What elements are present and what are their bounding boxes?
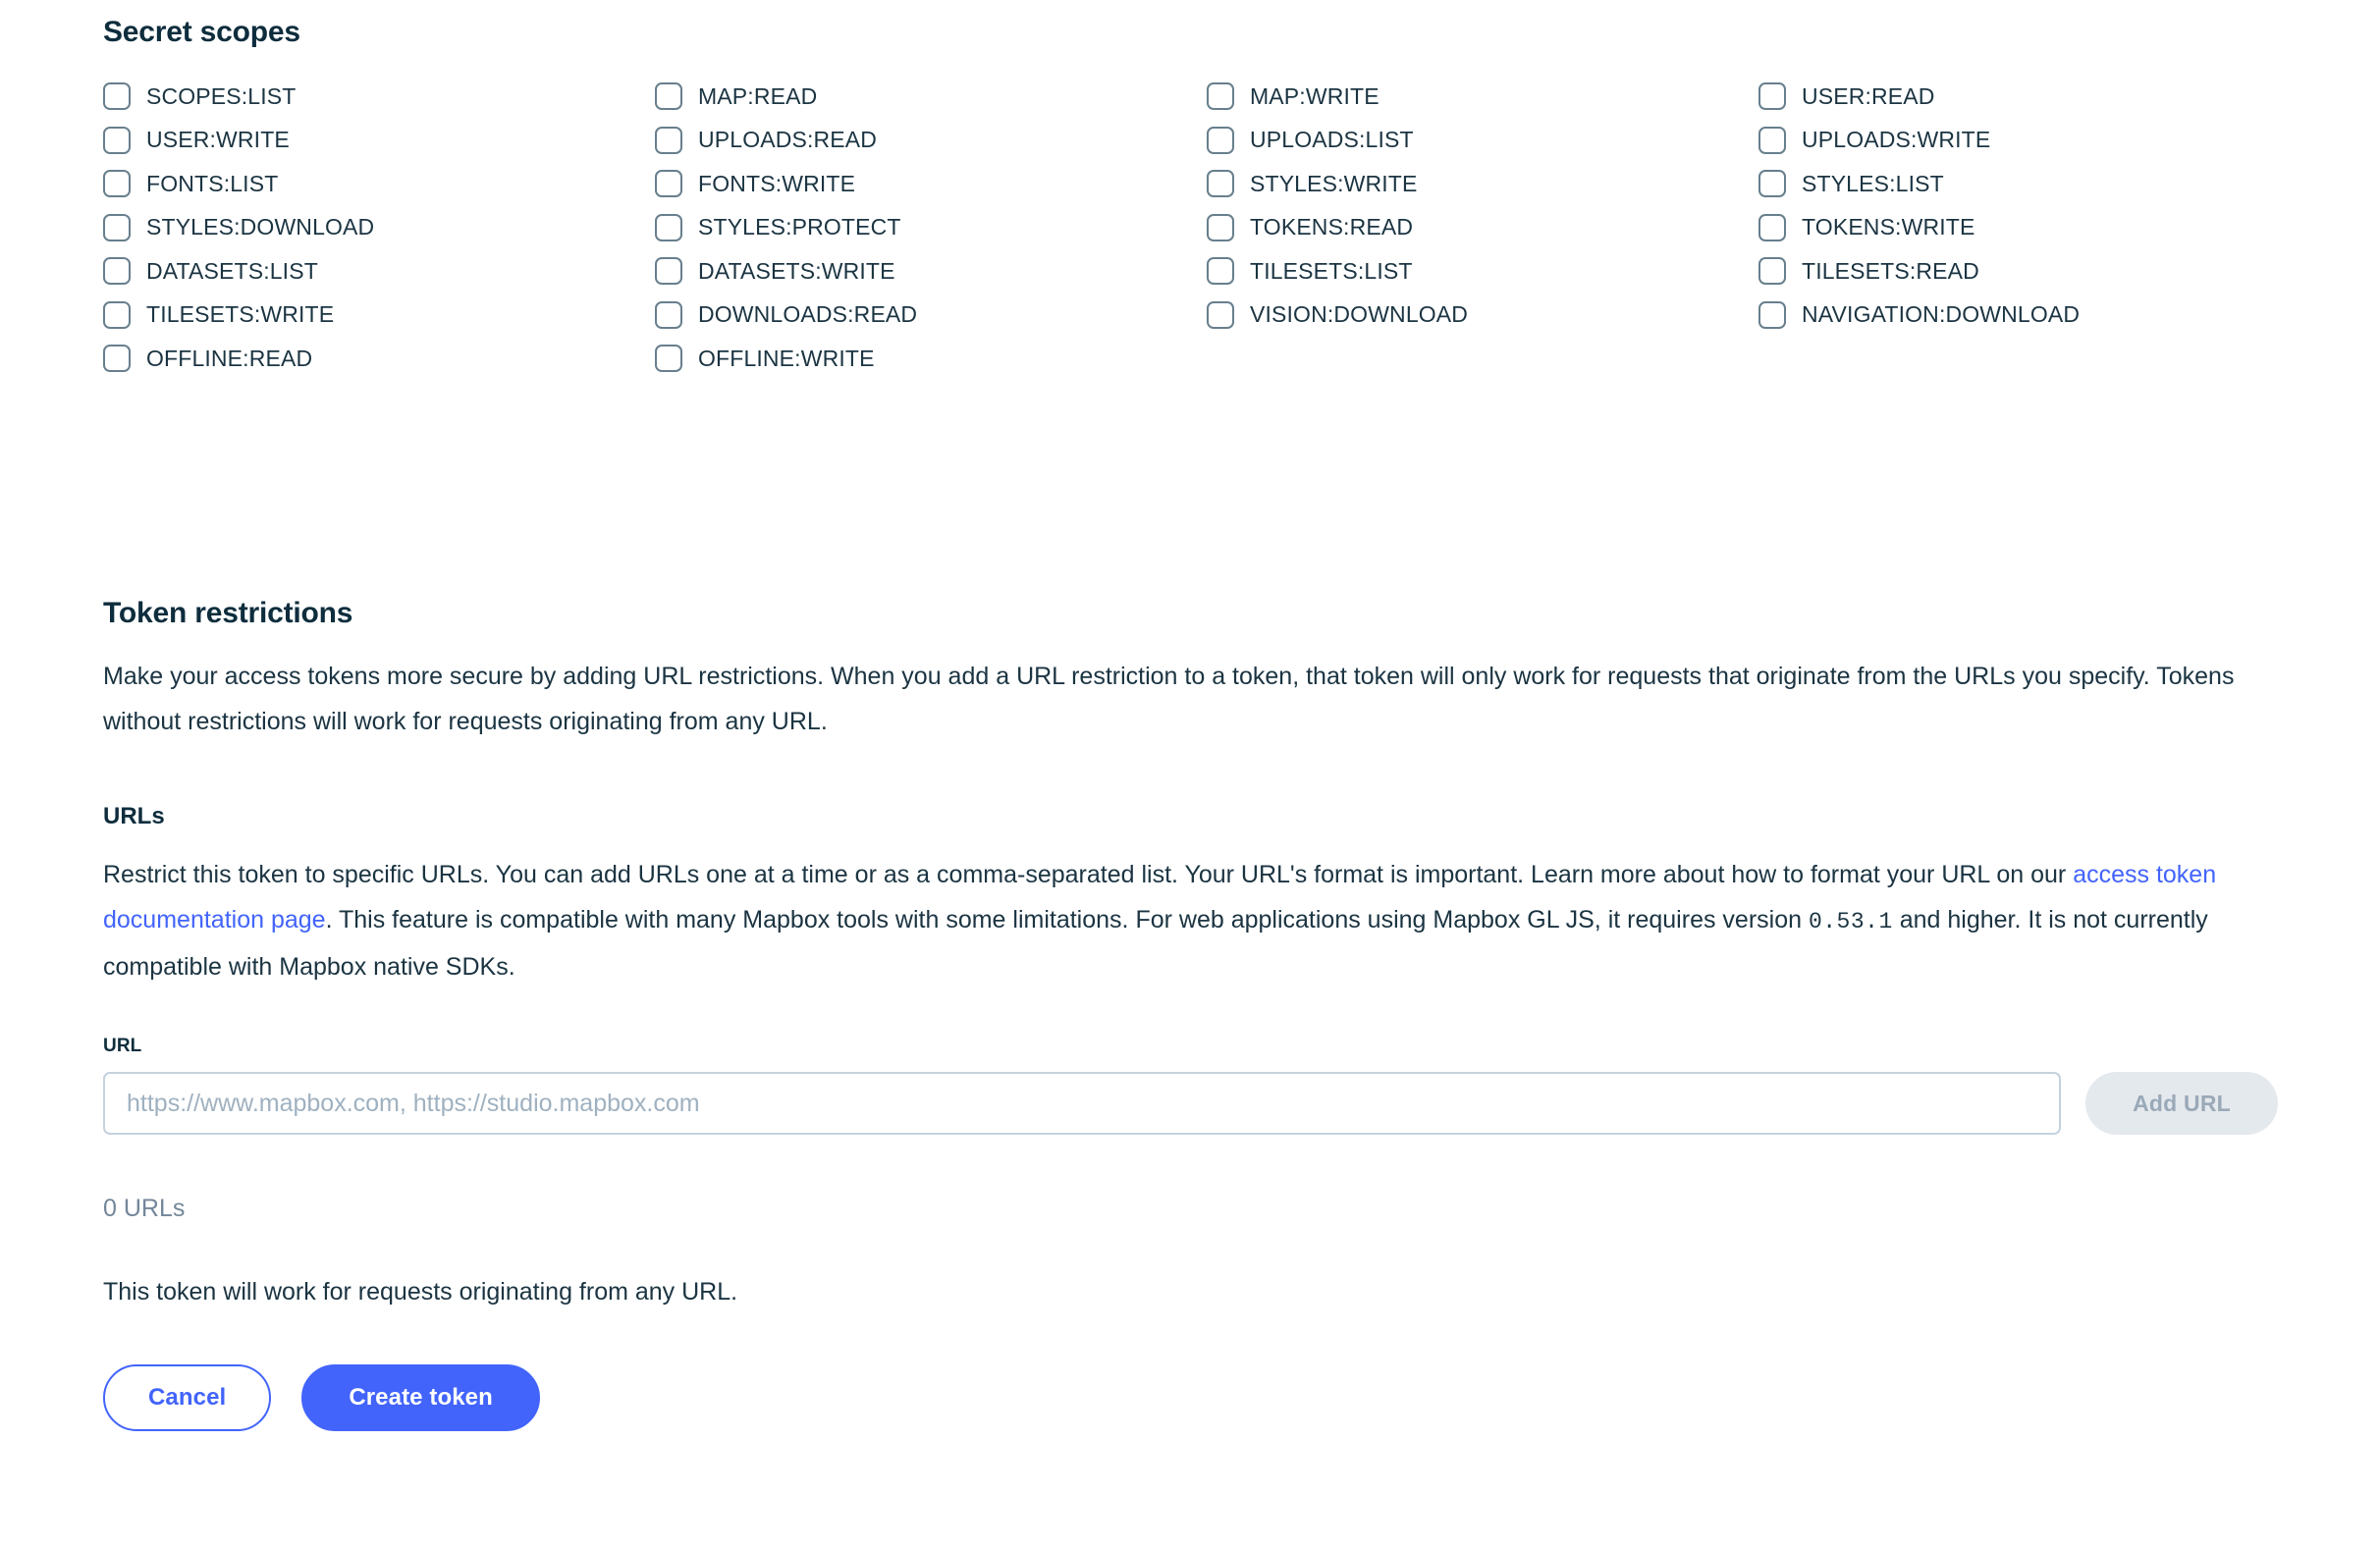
urls-description-part-2: . This feature is compatible with many M… [325,906,1809,934]
checkbox-icon[interactable] [1758,170,1786,198]
checkbox-icon[interactable] [655,345,682,373]
scope-label: USER:READ [1802,82,1935,109]
checkbox-icon[interactable] [103,257,131,286]
checkbox-icon[interactable] [103,213,131,241]
scope-label: MAP:WRITE [1250,82,1379,109]
scope-checkbox-item[interactable]: UPLOADS:READ [655,119,1207,163]
scope-label: TILESETS:LIST [1250,257,1413,284]
scope-label: USER:WRITE [146,127,290,153]
scope-label: STYLES:LIST [1802,170,1944,196]
checkbox-icon[interactable] [655,213,682,241]
create-token-button[interactable]: Create token [301,1364,540,1431]
form-actions: Cancel Create token [103,1364,540,1431]
scope-checkbox-item[interactable]: STYLES:PROTECT [655,206,1207,250]
checkbox-icon[interactable] [103,345,131,373]
scope-checkbox-item[interactable]: MAP:READ [655,75,1207,119]
scope-label: TILESETS:WRITE [146,301,335,328]
scope-checkbox-item[interactable]: TILESETS:LIST [1207,249,1758,293]
scope-checkbox-item[interactable]: DATASETS:WRITE [655,249,1207,293]
scope-checkbox-item[interactable]: UPLOADS:LIST [1207,119,1758,163]
url-count-label: 0 URLs [103,1195,186,1222]
checkbox-icon[interactable] [655,300,682,329]
checkbox-icon[interactable] [103,82,131,111]
scope-label: DATASETS:WRITE [698,257,895,284]
cancel-button[interactable]: Cancel [103,1364,272,1431]
scope-label: STYLES:DOWNLOAD [146,214,375,240]
scope-checkbox-item[interactable]: UPLOADS:WRITE [1758,119,2310,163]
scope-checkbox-item[interactable]: TOKENS:WRITE [1758,206,2310,250]
scope-checkbox-item[interactable]: OFFLINE:READ [103,337,655,381]
scope-checkbox-item[interactable]: TILESETS:READ [1758,249,2310,293]
scope-checkbox-item[interactable]: USER:READ [1758,75,2310,119]
scope-checkbox-item[interactable]: SCOPES:LIST [103,75,655,119]
checkbox-icon[interactable] [1207,170,1234,198]
create-token-form: Secret scopes SCOPES:LIST MAP:READ MAP:WRI… [0,0,2380,1547]
secret-scopes-checkbox-grid: SCOPES:LIST MAP:READ MAP:WRITE USER:READ USE… [103,75,2277,381]
checkbox-icon[interactable] [1758,82,1786,111]
checkbox-icon[interactable] [1207,257,1234,286]
scope-checkbox-item[interactable]: TILESETS:WRITE [103,293,655,338]
scope-label: STYLES:PROTECT [698,214,901,240]
scope-checkbox-item[interactable]: FONTS:WRITE [655,162,1207,206]
scope-label: UPLOADS:LIST [1250,127,1414,153]
checkbox-icon[interactable] [1207,126,1234,154]
scope-label: TILESETS:READ [1802,257,1979,284]
checkbox-icon[interactable] [655,126,682,154]
scope-label: DOWNLOADS:READ [698,301,918,328]
checkbox-icon[interactable] [1207,213,1234,241]
urls-description-part-1: Restrict this token to specific URLs. Yo… [103,861,2074,888]
checkbox-icon[interactable] [655,170,682,198]
scope-checkbox-item[interactable]: FONTS:LIST [103,162,655,206]
checkbox-icon[interactable] [1207,300,1234,329]
checkbox-icon[interactable] [103,170,131,198]
secret-scopes-heading: Secret scopes [103,16,300,48]
scope-label: FONTS:LIST [146,170,279,196]
scope-checkbox-item[interactable]: OFFLINE:WRITE [655,337,1207,381]
scope-checkbox-item[interactable]: USER:WRITE [103,119,655,163]
checkbox-icon[interactable] [655,82,682,111]
url-entry-row: Add URL [103,1072,2278,1135]
scope-label: MAP:READ [698,82,818,109]
scope-checkbox-item[interactable]: DATASETS:LIST [103,249,655,293]
scope-checkbox-item[interactable]: DOWNLOADS:READ [655,293,1207,338]
urls-heading: URLs [103,803,165,829]
checkbox-icon[interactable] [1758,213,1786,241]
scope-checkbox-item[interactable]: STYLES:DOWNLOAD [103,206,655,250]
add-url-button[interactable]: Add URL [2085,1072,2278,1135]
checkbox-icon[interactable] [1758,300,1786,329]
url-input[interactable] [103,1072,2061,1135]
scope-checkbox-item[interactable]: STYLES:WRITE [1207,162,1758,206]
scope-label: OFFLINE:WRITE [698,345,875,371]
urls-description: Restrict this token to specific URLs. Yo… [103,852,2278,989]
scope-label: VISION:DOWNLOAD [1250,301,1469,328]
scope-label: UPLOADS:WRITE [1802,127,1991,153]
scope-checkbox-item[interactable]: VISION:DOWNLOAD [1207,293,1758,338]
checkbox-icon[interactable] [655,257,682,286]
url-field-label: URL [103,1036,142,1056]
scope-label: OFFLINE:READ [146,345,313,371]
checkbox-icon[interactable] [103,300,131,329]
scope-label: TOKENS:READ [1250,214,1414,240]
scope-checkbox-item[interactable]: TOKENS:READ [1207,206,1758,250]
token-restrictions-description: Make your access tokens more secure by a… [103,663,2235,735]
scope-label: STYLES:WRITE [1250,170,1418,196]
scope-checkbox-item[interactable]: STYLES:LIST [1758,162,2310,206]
scope-label: UPLOADS:READ [698,127,878,153]
checkbox-icon[interactable] [103,126,131,154]
scope-label: SCOPES:LIST [146,82,297,109]
scope-checkbox-item[interactable]: NAVIGATION:DOWNLOAD [1758,293,2310,338]
gl-js-version-value: 0.53.1 [1808,909,1893,934]
checkbox-icon[interactable] [1758,257,1786,286]
token-restrictions-heading: Token restrictions [103,597,353,629]
scope-label: TOKENS:WRITE [1802,214,1975,240]
checkbox-icon[interactable] [1758,126,1786,154]
checkbox-icon[interactable] [1207,82,1234,111]
scope-checkbox-item[interactable]: MAP:WRITE [1207,75,1758,119]
scope-label: DATASETS:LIST [146,257,318,284]
scope-label: FONTS:WRITE [698,170,856,196]
url-restriction-note: This token will work for requests origin… [103,1278,738,1306]
scope-label: NAVIGATION:DOWNLOAD [1802,301,2081,328]
